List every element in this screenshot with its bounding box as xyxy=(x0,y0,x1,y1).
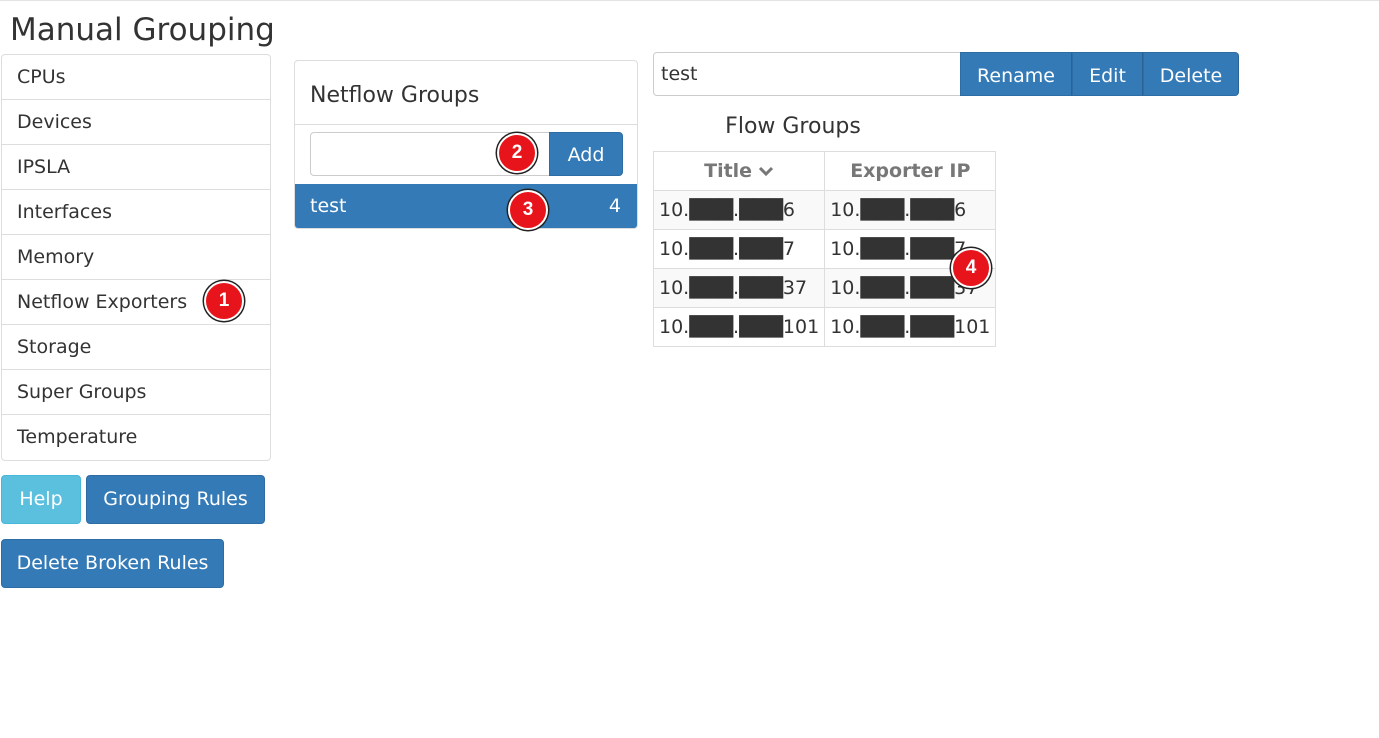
annotation-marker-3: 3 xyxy=(508,190,548,230)
chevron-down-icon xyxy=(758,160,774,182)
group-actions: Rename Edit Delete xyxy=(960,52,1239,96)
sidebar-item-cpus[interactable]: CPUs xyxy=(2,55,270,100)
rename-button[interactable]: Rename xyxy=(960,52,1072,96)
cell-exporter-ip: 10.███.███6 xyxy=(824,190,997,230)
sidebar-item-devices[interactable]: Devices xyxy=(2,100,270,145)
cell-title: 10.███.███101 xyxy=(652,307,826,347)
group-name: test xyxy=(310,195,347,217)
add-group-button[interactable]: Add xyxy=(549,132,623,176)
category-sidebar: CPUs Devices IPSLA Interfaces Memory Net… xyxy=(1,54,271,461)
cell-exporter-ip: 10.███.███101 xyxy=(824,307,997,347)
table-row[interactable]: 10.███.███37 10.███.███37 xyxy=(652,268,997,308)
table-row[interactable]: 10.███.███101 10.███.███101 xyxy=(652,307,997,347)
netflow-groups-heading: Netflow Groups xyxy=(295,61,637,125)
cell-title: 10.███.███37 xyxy=(652,268,826,308)
delete-broken-rules-button[interactable]: Delete Broken Rules xyxy=(1,539,224,588)
edit-button[interactable]: Edit xyxy=(1072,52,1143,96)
sidebar-item-super-groups[interactable]: Super Groups xyxy=(2,370,270,415)
group-list-item[interactable]: test 4 xyxy=(295,184,637,228)
annotation-marker-2: 2 xyxy=(497,133,537,173)
sidebar-item-memory[interactable]: Memory xyxy=(2,235,270,280)
annotation-marker-1: 1 xyxy=(204,281,244,321)
netflow-groups-panel: Netflow Groups Add test 4 xyxy=(294,60,638,229)
cell-title: 10.███.███7 xyxy=(652,229,826,269)
group-name-field[interactable]: test xyxy=(653,52,961,96)
grouping-rules-button[interactable]: Grouping Rules xyxy=(86,475,265,524)
sidebar-item-ipsla[interactable]: IPSLA xyxy=(2,145,270,190)
sidebar-item-interfaces[interactable]: Interfaces xyxy=(2,190,270,235)
flow-groups-table: Title Exporter IP 10.███.███6 10.███.███… xyxy=(652,151,997,347)
help-button[interactable]: Help xyxy=(1,475,81,524)
table-row[interactable]: 10.███.███6 10.███.███6 xyxy=(652,190,997,230)
cell-title: 10.███.███6 xyxy=(652,190,826,230)
delete-button[interactable]: Delete xyxy=(1143,52,1239,96)
page-title: Manual Grouping xyxy=(10,12,275,48)
annotation-marker-4: 4 xyxy=(951,248,991,288)
column-header-exporter-ip[interactable]: Exporter IP xyxy=(824,151,997,191)
flow-groups-title: Flow Groups xyxy=(725,114,861,139)
column-header-title[interactable]: Title xyxy=(652,151,826,191)
column-header-title-label: Title xyxy=(704,159,753,182)
sidebar-item-temperature[interactable]: Temperature xyxy=(2,415,270,460)
table-row[interactable]: 10.███.███7 10.███.███7 xyxy=(652,229,997,269)
add-group-row: Add xyxy=(295,125,637,184)
top-divider xyxy=(0,0,1379,1)
sidebar-item-storage[interactable]: Storage xyxy=(2,325,270,370)
group-count-badge: 4 xyxy=(608,195,621,217)
